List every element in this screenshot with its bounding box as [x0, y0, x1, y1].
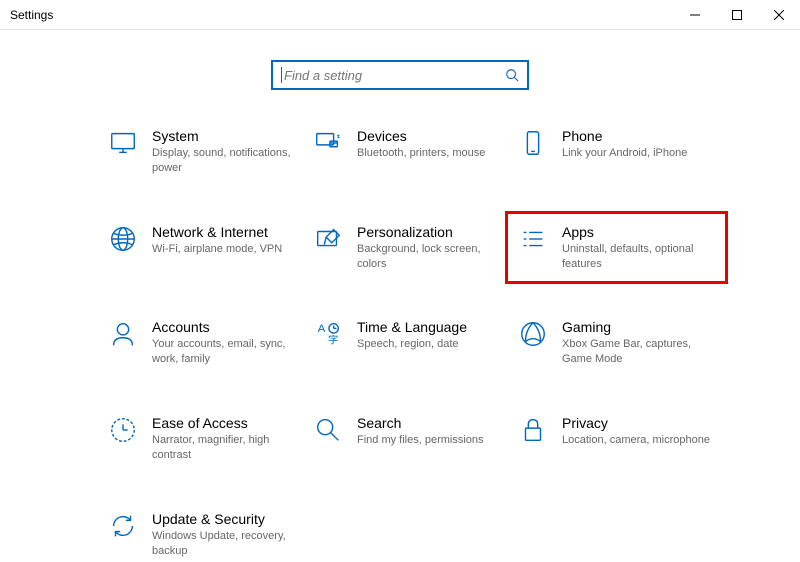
tile-time[interactable]: A字 Time & Language Speech, region, date [309, 315, 514, 371]
svg-text:字: 字 [328, 334, 338, 347]
svg-text:A: A [318, 324, 326, 336]
grid-row: System Display, sound, notifications, po… [104, 124, 730, 180]
tile-title: Personalization [357, 224, 510, 240]
devices-icon [313, 128, 343, 158]
tile-network[interactable]: Network & Internet Wi-Fi, airplane mode,… [104, 220, 309, 276]
minimize-icon [690, 10, 700, 20]
tile-title: Apps [562, 224, 715, 240]
search-input[interactable] [284, 68, 505, 83]
privacy-icon [518, 415, 548, 445]
tile-devices[interactable]: Devices Bluetooth, printers, mouse [309, 124, 514, 180]
tile-update-security[interactable]: Update & Security Windows Update, recove… [104, 507, 309, 562]
time-language-icon: A字 [313, 319, 343, 349]
accounts-icon [108, 319, 138, 349]
tile-title: Gaming [562, 319, 715, 335]
tile-title: Time & Language [357, 319, 510, 335]
tile-privacy[interactable]: Privacy Location, camera, microphone [514, 411, 719, 467]
tile-desc: Windows Update, recovery, backup [152, 529, 302, 559]
tile-title: System [152, 128, 305, 144]
tile-apps[interactable]: Apps Uninstall, defaults, optional featu… [514, 220, 719, 276]
window-title: Settings [10, 8, 53, 22]
tile-system[interactable]: System Display, sound, notifications, po… [104, 124, 309, 180]
tile-desc: Speech, region, date [357, 337, 507, 352]
apps-icon [518, 224, 548, 254]
maximize-button[interactable] [716, 0, 758, 29]
system-icon [108, 128, 138, 158]
tile-gaming[interactable]: Gaming Xbox Game Bar, captures, Game Mod… [514, 315, 719, 371]
tile-desc: Your accounts, email, sync, work, family [152, 337, 302, 367]
tile-desc: Background, lock screen, colors [357, 242, 507, 272]
tile-desc: Uninstall, defaults, optional features [562, 242, 712, 272]
grid-row: Update & Security Windows Update, recove… [104, 507, 730, 562]
grid-row: Network & Internet Wi-Fi, airplane mode,… [104, 220, 730, 276]
update-security-icon [108, 511, 138, 541]
tile-desc: Find my files, permissions [357, 433, 507, 448]
titlebar: Settings [0, 0, 800, 30]
tile-phone[interactable]: Phone Link your Android, iPhone [514, 124, 719, 180]
tile-title: Update & Security [152, 511, 305, 527]
search-container [0, 60, 800, 90]
network-icon [108, 224, 138, 254]
grid-row: Ease of Access Narrator, magnifier, high… [104, 411, 730, 467]
tile-search[interactable]: Search Find my files, permissions [309, 411, 514, 467]
tile-title: Search [357, 415, 510, 431]
tile-desc: Wi-Fi, airplane mode, VPN [152, 242, 302, 257]
close-button[interactable] [758, 0, 800, 29]
tile-title: Phone [562, 128, 715, 144]
tile-ease-of-access[interactable]: Ease of Access Narrator, magnifier, high… [104, 411, 309, 467]
minimize-button[interactable] [674, 0, 716, 29]
tile-desc: Narrator, magnifier, high contrast [152, 433, 302, 463]
gaming-icon [518, 319, 548, 349]
tile-desc: Display, sound, notifications, power [152, 146, 302, 176]
tile-title: Privacy [562, 415, 715, 431]
ease-of-access-icon [108, 415, 138, 445]
tile-desc: Link your Android, iPhone [562, 146, 712, 161]
search-icon [505, 68, 519, 82]
window-controls [674, 0, 800, 29]
tile-title: Network & Internet [152, 224, 305, 240]
personalization-icon [313, 224, 343, 254]
tile-title: Devices [357, 128, 510, 144]
tile-personalization[interactable]: Personalization Background, lock screen,… [309, 220, 514, 276]
tile-desc: Xbox Game Bar, captures, Game Mode [562, 337, 712, 367]
search-category-icon [313, 415, 343, 445]
grid-row: Accounts Your accounts, email, sync, wor… [104, 315, 730, 371]
tile-desc: Location, camera, microphone [562, 433, 712, 448]
maximize-icon [732, 10, 742, 20]
close-icon [774, 10, 784, 20]
tile-title: Accounts [152, 319, 305, 335]
settings-grid: System Display, sound, notifications, po… [0, 124, 800, 562]
tile-title: Ease of Access [152, 415, 305, 431]
tile-desc: Bluetooth, printers, mouse [357, 146, 507, 161]
phone-icon [518, 128, 548, 158]
tile-accounts[interactable]: Accounts Your accounts, email, sync, wor… [104, 315, 309, 371]
search-box[interactable] [271, 60, 529, 90]
text-cursor [281, 67, 282, 83]
